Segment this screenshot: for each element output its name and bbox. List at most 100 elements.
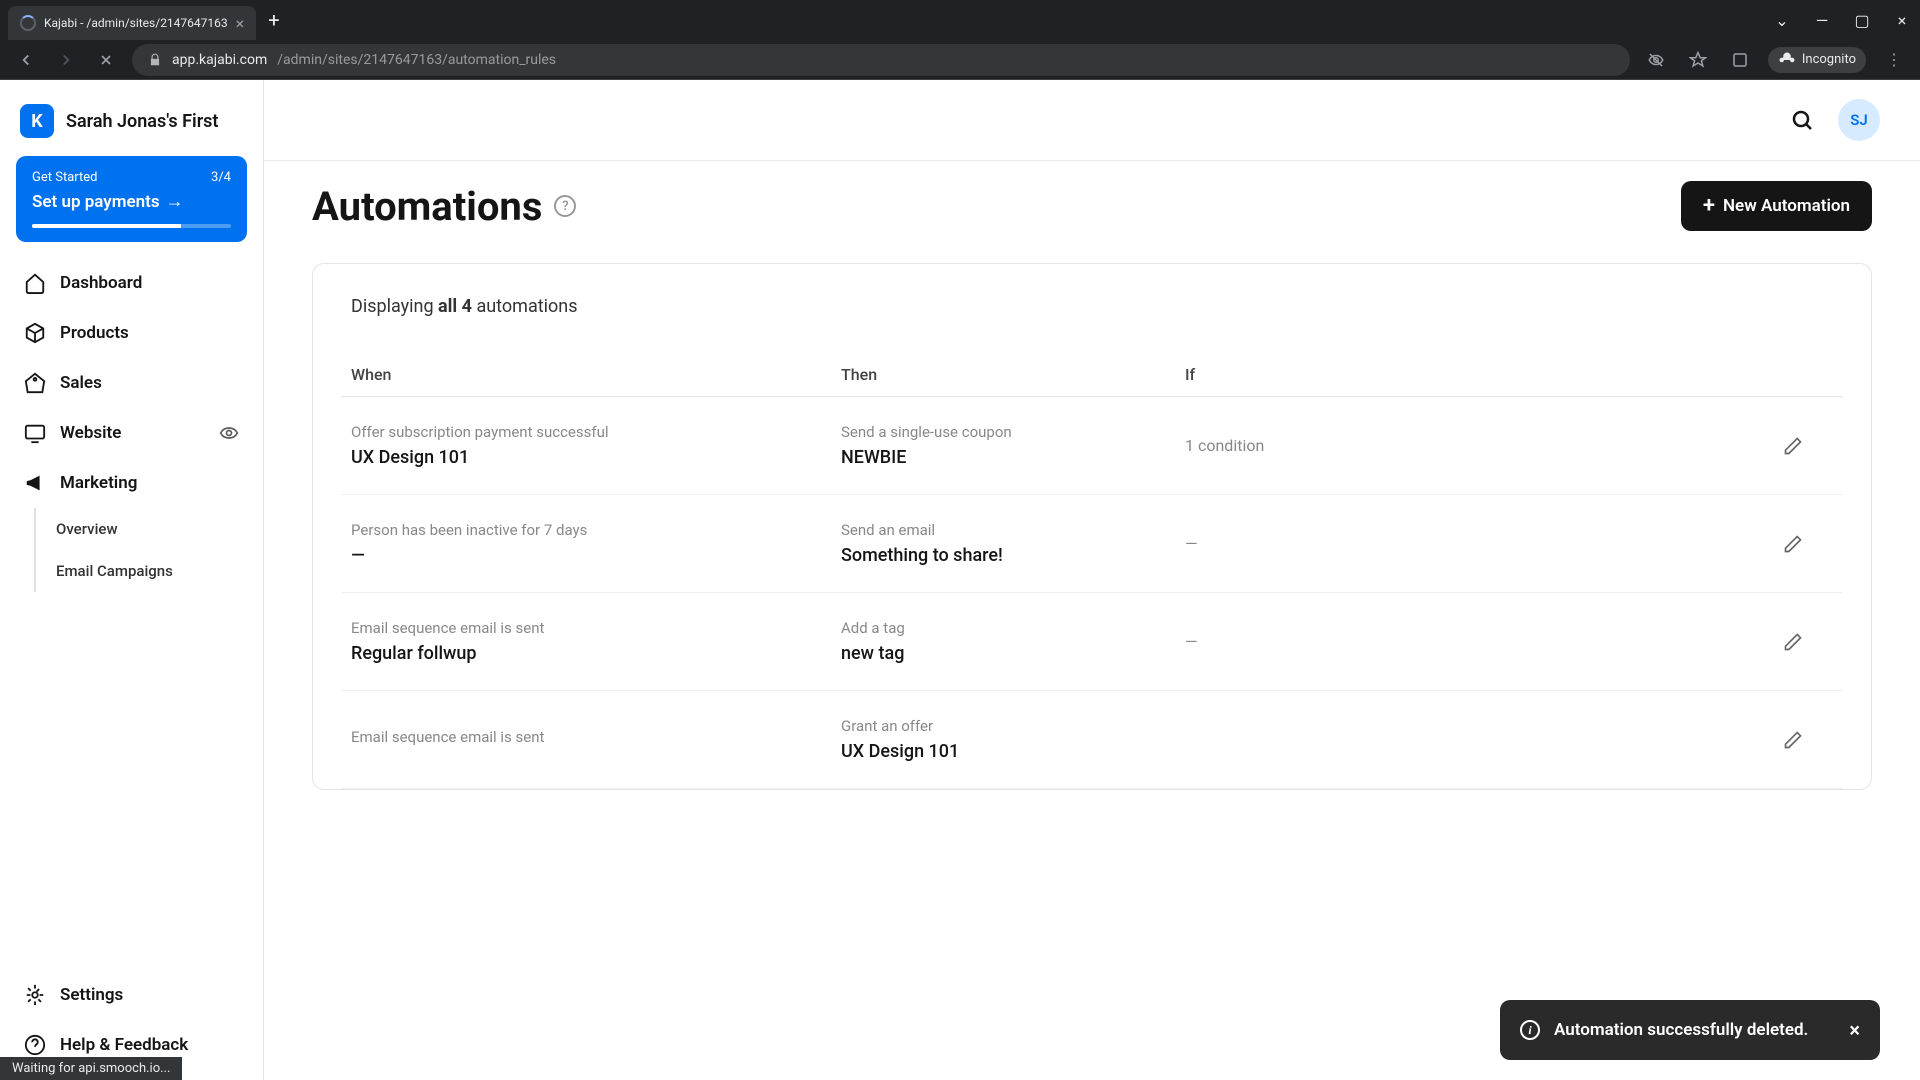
sidebar-item-website[interactable]: Website [12, 408, 251, 458]
window-controls: ⌄ — ▢ × [1772, 11, 1912, 30]
bookmark-icon[interactable] [1684, 46, 1712, 74]
edit-button[interactable] [1783, 436, 1833, 456]
sidebar-item-settings[interactable]: Settings [12, 970, 251, 1020]
automations-card: Displaying all 4 automations When Then I… [312, 263, 1872, 790]
nav-label: Dashboard [60, 273, 142, 293]
then-action: Send a single-use coupon [841, 423, 1185, 441]
loading-spinner-icon [20, 15, 36, 31]
nav-label: Products [60, 323, 129, 343]
nav-label: Help & Feedback [60, 1035, 188, 1055]
avatar[interactable]: SJ [1838, 99, 1880, 141]
col-when: When [351, 365, 841, 384]
when-trigger: Offer subscription payment successful [351, 423, 841, 441]
page-title: Automations [312, 183, 542, 230]
edit-button[interactable] [1783, 534, 1833, 554]
new-tab-button[interactable]: + [268, 8, 279, 32]
browser-tab[interactable]: Kajabi - /admin/sites/2147647163 × [8, 6, 256, 40]
topbar: SJ [264, 80, 1920, 160]
if-condition: 1 condition [1185, 436, 1783, 455]
close-toast-icon[interactable]: × [1849, 1018, 1860, 1042]
then-action: Send an email [841, 521, 1185, 539]
table-row[interactable]: Email sequence email is sent Grant an of… [341, 691, 1843, 789]
url-path: /admin/sites/2147647163/automation_rules [277, 52, 556, 68]
browser-toolbar: app.kajabi.com/admin/sites/2147647163/au… [0, 40, 1920, 80]
nav-label: Sales [60, 373, 102, 393]
sidebar: K Sarah Jonas's First Get Started 3/4 Se… [0, 80, 264, 1080]
browser-status-bar: Waiting for api.smooch.io... [0, 1057, 182, 1080]
info-icon: i [1520, 1020, 1540, 1040]
stop-reload-button[interactable] [92, 46, 120, 74]
incognito-label: Incognito [1802, 52, 1856, 67]
table-row[interactable]: Person has been inactive for 7 days — Se… [341, 495, 1843, 593]
arrow-right-icon: → [166, 191, 184, 212]
table-row[interactable]: Email sequence email is sent Regular fol… [341, 593, 1843, 691]
search-icon[interactable] [1790, 108, 1814, 132]
nav-label: Website [60, 423, 121, 443]
megaphone-icon [24, 472, 46, 494]
extensions-icon[interactable] [1726, 46, 1754, 74]
then-subject: NEWBIE [841, 447, 1185, 468]
eye-icon[interactable] [219, 423, 239, 443]
sidebar-item-marketing[interactable]: Marketing [12, 458, 251, 508]
help-icon[interactable]: ? [554, 195, 576, 217]
brand-logo-icon: K [20, 104, 54, 138]
when-subject: UX Design 101 [351, 447, 841, 468]
then-subject: Something to share! [841, 545, 1185, 566]
when-trigger: Person has been inactive for 7 days [351, 521, 841, 539]
sidebar-item-dashboard[interactable]: Dashboard [12, 258, 251, 308]
progress-bar [32, 224, 231, 228]
tab-search-icon[interactable]: ⌄ [1772, 11, 1792, 30]
url-host: app.kajabi.com [172, 52, 267, 68]
tracking-icon[interactable] [1642, 46, 1670, 74]
nav-label: Settings [60, 985, 123, 1005]
then-subject: new tag [841, 643, 1185, 664]
subnav-overview[interactable]: Overview [36, 508, 251, 550]
tab-title: Kajabi - /admin/sites/2147647163 [44, 16, 228, 30]
forward-button[interactable] [52, 46, 80, 74]
plus-icon: + [1703, 195, 1715, 217]
minimize-icon[interactable]: — [1812, 11, 1832, 30]
browser-tab-strip: Kajabi - /admin/sites/2147647163 × + ⌄ —… [0, 0, 1920, 40]
maximize-icon[interactable]: ▢ [1852, 11, 1872, 30]
package-icon [24, 322, 46, 344]
count-row: Displaying all 4 automations [341, 296, 1843, 317]
if-condition: — [1185, 632, 1783, 651]
tag-icon [24, 372, 46, 394]
col-then: Then [841, 365, 1185, 384]
address-bar[interactable]: app.kajabi.com/admin/sites/2147647163/au… [132, 44, 1630, 76]
brand-name: Sarah Jonas's First [66, 111, 218, 132]
edit-button[interactable] [1783, 730, 1833, 750]
edit-button[interactable] [1783, 632, 1833, 652]
nav-label: Marketing [60, 473, 137, 493]
if-condition: — [1185, 534, 1783, 553]
when-trigger: Email sequence email is sent [351, 619, 841, 637]
toast-notification: i Automation successfully deleted. × [1500, 1000, 1880, 1060]
when-subject: Regular follwup [351, 643, 841, 664]
subnav-email-campaigns[interactable]: Email Campaigns [36, 550, 251, 592]
get-started-cta: Set up payments [32, 192, 160, 212]
back-button[interactable] [12, 46, 40, 74]
incognito-badge[interactable]: Incognito [1768, 47, 1866, 73]
when-trigger: Email sequence email is sent [351, 728, 841, 746]
table-row[interactable]: Offer subscription payment successful UX… [341, 397, 1843, 495]
get-started-progress: 3/4 [211, 170, 231, 185]
get-started-label: Get Started [32, 170, 97, 185]
close-tab-icon[interactable]: × [236, 14, 245, 33]
then-action: Add a tag [841, 619, 1185, 637]
col-if: If [1185, 365, 1783, 384]
home-icon [24, 272, 46, 294]
gear-icon [24, 984, 46, 1006]
sidebar-item-products[interactable]: Products [12, 308, 251, 358]
lock-icon [148, 53, 162, 67]
brand-row[interactable]: K Sarah Jonas's First [12, 98, 251, 156]
get-started-card[interactable]: Get Started 3/4 Set up payments → [16, 156, 247, 242]
when-subject: — [351, 545, 841, 566]
new-automation-button[interactable]: + New Automation [1681, 181, 1872, 231]
sidebar-item-sales[interactable]: Sales [12, 358, 251, 408]
help-circle-icon [24, 1034, 46, 1056]
toast-message: Automation successfully deleted. [1554, 1020, 1808, 1040]
table-header: When Then If [341, 353, 1843, 397]
browser-menu-icon[interactable]: ⋮ [1880, 46, 1908, 74]
close-window-icon[interactable]: × [1892, 11, 1912, 30]
monitor-icon [24, 422, 46, 444]
